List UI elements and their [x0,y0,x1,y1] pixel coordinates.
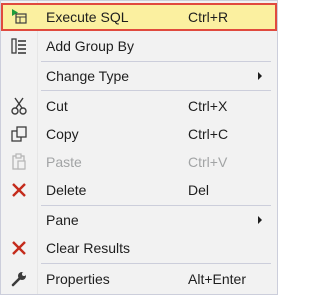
menu-separator [41,205,271,206]
menu-item-shortcut: Ctrl+X [188,98,228,114]
submenu-arrow-icon [258,216,262,224]
copy-icon [9,124,29,144]
group-by-icon [9,36,29,56]
menu-item-shortcut: Del [188,182,210,198]
menu-item-paste[interactable]: Paste Ctrl+V [1,149,277,175]
menu-item-change-type[interactable]: Change Type [1,63,277,89]
scissors-icon [9,96,29,116]
menu-separator [41,61,271,62]
menu-separator [41,90,271,91]
menu-item-label: Execute SQL [46,9,129,25]
menu-item-execute-sql[interactable]: Execute SQL Ctrl+R [1,3,277,31]
wrench-icon [9,269,29,289]
menu-item-label: Paste [46,154,82,170]
menu-item-cut[interactable]: Cut Ctrl+X [1,93,277,119]
menu-item-shortcut: Alt+Enter [188,271,246,287]
delete-x-icon [9,180,29,200]
menu-item-add-group-by[interactable]: Add Group By [1,32,277,60]
menu-item-delete[interactable]: Delete Del [1,177,277,203]
menu-item-label: Change Type [46,68,130,84]
context-menu: Execute SQL Ctrl+R Add Group By Change T… [0,0,278,295]
menu-item-label: Copy [46,126,79,142]
menu-item-label: Cut [46,98,68,114]
menu-item-label: Delete [46,182,87,198]
menu-item-clear-results[interactable]: Clear Results [1,235,277,261]
play-icon [9,7,29,27]
menu-item-shortcut: Ctrl+C [188,126,229,142]
menu-item-shortcut: Ctrl+V [188,154,228,170]
menu-item-label: Add Group By [46,38,134,54]
clear-x-icon [9,238,29,258]
menu-item-properties[interactable]: Properties Alt+Enter [1,266,277,292]
paste-icon [9,152,29,172]
menu-item-label: Properties [46,271,110,287]
submenu-arrow-icon [258,72,262,80]
menu-item-label: Clear Results [46,240,131,256]
menu-item-label: Pane [46,212,79,228]
menu-item-shortcut: Ctrl+R [188,9,229,25]
menu-item-copy[interactable]: Copy Ctrl+C [1,121,277,147]
menu-separator [41,263,271,264]
menu-item-pane[interactable]: Pane [1,207,277,233]
